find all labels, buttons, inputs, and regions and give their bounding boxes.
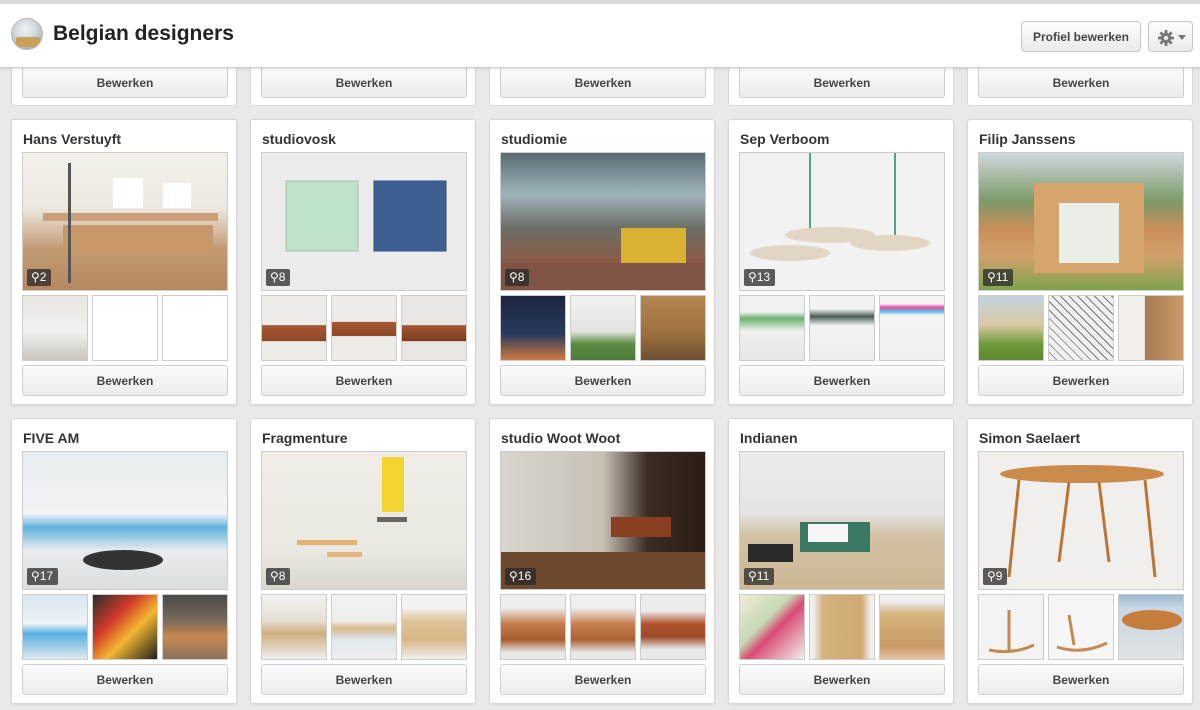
board-thumbnail[interactable] <box>162 295 228 361</box>
edit-board-button[interactable]: Bewerken <box>22 664 228 695</box>
edit-profile-button[interactable]: Profiel bewerken <box>1021 21 1141 52</box>
board-thumbnail[interactable] <box>500 295 566 361</box>
board-thumbnail[interactable] <box>331 594 397 660</box>
chevron-down-icon <box>1178 35 1186 40</box>
board-name: FIVE AM <box>23 430 80 446</box>
board-cover-image[interactable]: ⚲13 <box>739 152 945 291</box>
board-cover-image[interactable]: ⚲16 <box>500 451 706 590</box>
settings-button[interactable] <box>1148 21 1193 52</box>
board-thumbnail[interactable] <box>162 594 228 660</box>
avatar[interactable] <box>11 18 43 50</box>
board-cover-image[interactable]: ⚲11 <box>739 451 945 590</box>
edit-board-button[interactable]: Bewerken <box>261 67 467 98</box>
board-name: studiomie <box>501 131 568 147</box>
edit-board-button[interactable]: Bewerken <box>261 365 467 396</box>
edit-board-button[interactable]: Bewerken <box>978 67 1184 98</box>
board-name: Hans Verstuyft <box>23 131 122 147</box>
board-cover-image[interactable]: ⚲17 <box>22 451 228 590</box>
edit-board-button[interactable]: Bewerken <box>261 664 467 695</box>
board-thumbnail[interactable] <box>978 594 1044 660</box>
board-thumbnail[interactable] <box>978 295 1044 361</box>
board-card[interactable]: studiovosk ⚲8 Bewerken <box>250 119 476 405</box>
board-card[interactable]: Sep Verboom ⚲13 Bewerken <box>728 119 954 405</box>
edit-board-button[interactable]: Bewerken <box>739 67 945 98</box>
board-thumbnail[interactable] <box>570 594 636 660</box>
board-cover-image[interactable]: ⚲11 <box>978 152 1184 291</box>
edit-board-button[interactable]: Bewerken <box>500 365 706 396</box>
pin-count-badge: ⚲13 <box>744 269 776 286</box>
board-thumbnail[interactable] <box>1118 295 1184 361</box>
pin-count-badge: ⚲11 <box>983 269 1014 286</box>
board-cover-image[interactable]: ⚲2 <box>22 152 228 291</box>
edit-board-button[interactable]: Bewerken <box>22 365 228 396</box>
board-thumbnail[interactable] <box>261 295 327 361</box>
board-name: Simon Saelaert <box>979 430 1081 446</box>
board-card[interactable]: Filip Janssens ⚲11 Bewerken <box>967 119 1193 405</box>
board-name: Indianen <box>740 430 798 446</box>
edit-board-button[interactable]: Bewerken <box>739 664 945 695</box>
gear-icon <box>1158 30 1174 46</box>
edit-board-button[interactable]: Bewerken <box>500 664 706 695</box>
board-thumbnail[interactable] <box>879 594 945 660</box>
pin-count-badge: ⚲9 <box>983 568 1008 585</box>
edit-board-button[interactable]: Bewerken <box>978 664 1184 695</box>
board-thumbnail[interactable] <box>92 295 158 361</box>
board-card[interactable]: Indianen ⚲11 Bewerken <box>728 418 954 704</box>
board-thumbnail[interactable] <box>401 594 467 660</box>
board-thumbnail[interactable] <box>1048 295 1114 361</box>
pin-count-badge: ⚲2 <box>27 269 52 286</box>
profile-header: Belgian designers Profiel bewerken <box>0 0 1200 68</box>
edit-board-button[interactable]: Bewerken <box>739 365 945 396</box>
board-thumbnail[interactable] <box>22 295 88 361</box>
board-thumbnail[interactable] <box>640 295 706 361</box>
board-thumbnail[interactable] <box>1048 594 1114 660</box>
board-thumbnail[interactable] <box>331 295 397 361</box>
board-name: Sep Verboom <box>740 131 830 147</box>
edit-board-button[interactable]: Bewerken <box>22 67 228 98</box>
board-thumbnail[interactable] <box>570 295 636 361</box>
board-name: Fragmenture <box>262 430 348 446</box>
pin-count-badge: ⚲17 <box>27 568 59 585</box>
board-cover-image[interactable]: ⚲9 <box>978 451 1184 590</box>
board-thumbnail[interactable] <box>640 594 706 660</box>
pin-count-badge: ⚲8 <box>266 269 291 286</box>
board-name: Filip Janssens <box>979 131 1076 147</box>
board-thumbnail[interactable] <box>261 594 327 660</box>
board-thumbnail[interactable] <box>739 594 805 660</box>
pin-count-badge: ⚲8 <box>505 269 530 286</box>
board-card[interactable]: studio Woot Woot ⚲16 Bewerken <box>489 418 715 704</box>
board-card[interactable]: Fragmenture ⚲8 Bewerken <box>250 418 476 704</box>
edit-board-button[interactable]: Bewerken <box>978 365 1184 396</box>
board-thumbnail[interactable] <box>739 295 805 361</box>
board-card[interactable]: Simon Saelaert ⚲9 Bewerken <box>967 418 1193 704</box>
board-name: studiovosk <box>262 131 336 147</box>
board-thumbnail[interactable] <box>1118 594 1184 660</box>
board-thumbnail[interactable] <box>22 594 88 660</box>
pin-count-badge: ⚲8 <box>266 568 291 585</box>
board-cover-image[interactable]: ⚲8 <box>261 451 467 590</box>
pin-count-badge: ⚲16 <box>505 568 537 585</box>
page-title: Belgian designers <box>53 22 234 45</box>
board-thumbnail[interactable] <box>809 594 875 660</box>
pin-count-badge: ⚲11 <box>744 568 775 585</box>
board-thumbnail[interactable] <box>500 594 566 660</box>
board-thumbnail[interactable] <box>92 594 158 660</box>
board-card[interactable]: studiomie ⚲8 Bewerken <box>489 119 715 405</box>
edit-board-button[interactable]: Bewerken <box>500 67 706 98</box>
board-thumbnail[interactable] <box>809 295 875 361</box>
board-cover-image[interactable]: ⚲8 <box>261 152 467 291</box>
board-thumbnail[interactable] <box>879 295 945 361</box>
board-name: studio Woot Woot <box>501 430 621 446</box>
board-cover-image[interactable]: ⚲8 <box>500 152 706 291</box>
board-card[interactable]: FIVE AM ⚲17 Bewerken <box>11 418 237 704</box>
board-card[interactable]: Hans Verstuyft ⚲2 Bewerken <box>11 119 237 405</box>
board-thumbnail[interactable] <box>401 295 467 361</box>
